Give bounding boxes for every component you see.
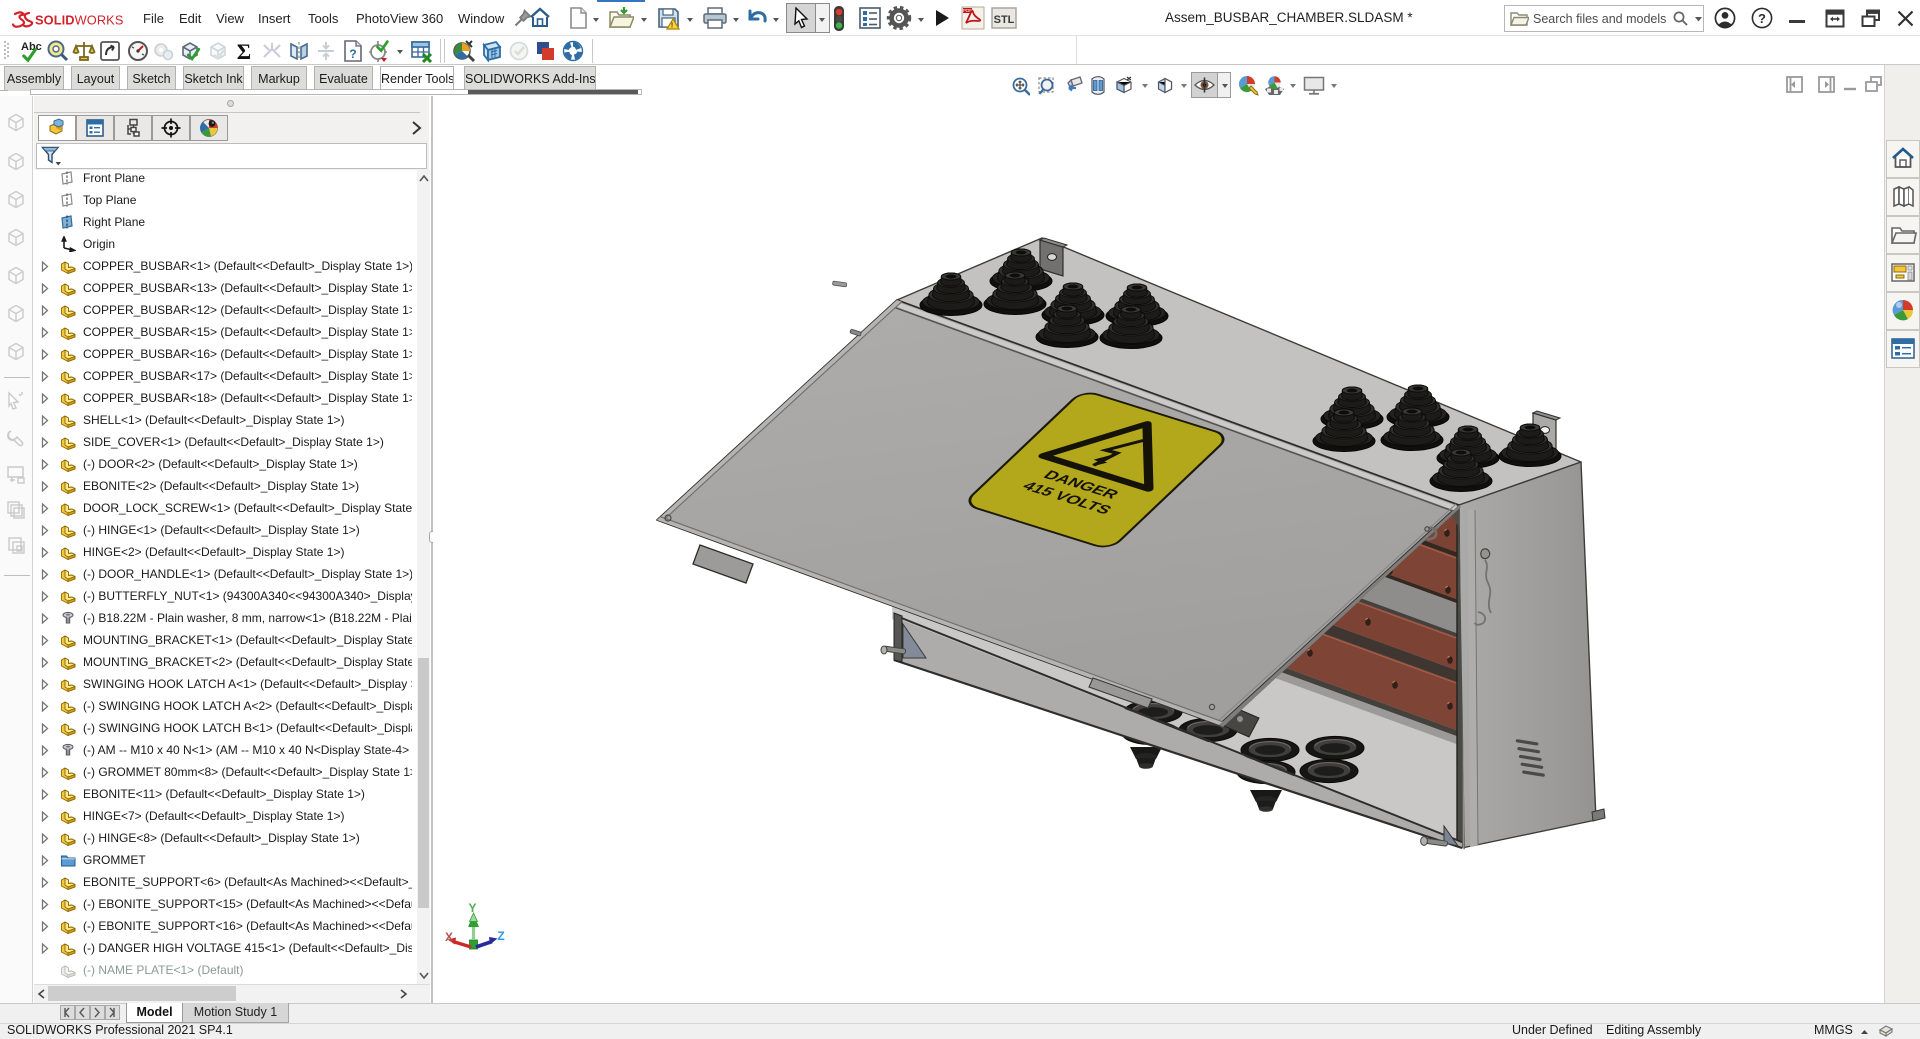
svg-text:X: X — [445, 930, 453, 944]
svg-text:Y: Y — [468, 901, 476, 915]
svg-text:Z: Z — [497, 929, 504, 943]
